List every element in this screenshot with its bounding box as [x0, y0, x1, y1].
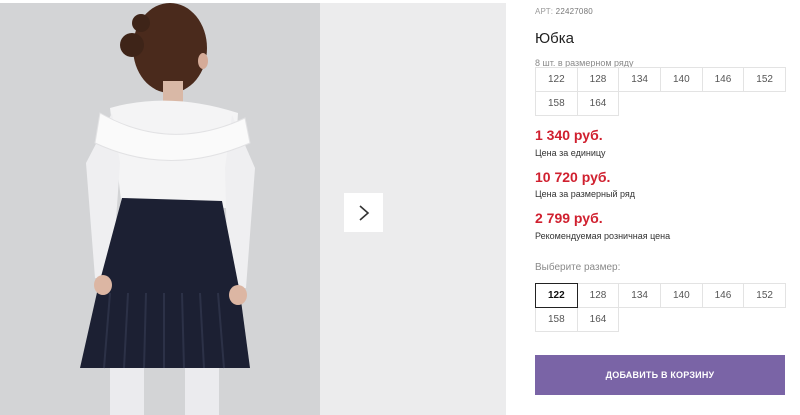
row-price-label: Цена за размерный ряд	[535, 189, 636, 199]
row-size-cell: 140	[659, 67, 703, 92]
unit-price-label: Цена за единицу	[535, 148, 606, 158]
row-size-cell: 134	[618, 67, 661, 92]
retail-price-label: Рекомендуемая розничная цена	[535, 231, 671, 241]
sku-value: 22427080	[555, 7, 593, 16]
sku-label: АРТ:	[535, 7, 554, 16]
row-size-cell: 146	[701, 67, 745, 92]
size-option[interactable]: 164	[576, 307, 620, 332]
size-option[interactable]: 128	[576, 283, 620, 308]
size-option[interactable]: 134	[618, 283, 661, 308]
size-option[interactable]: 152	[743, 283, 786, 308]
row-size-cell: 128	[576, 67, 620, 92]
girl-in-skirt-image	[0, 3, 320, 415]
size-option[interactable]: 146	[701, 283, 745, 308]
row-price: 10 720 руб.	[535, 169, 611, 185]
product-sku: АРТ: 22427080	[535, 7, 593, 16]
chevron-right-icon	[358, 204, 369, 221]
row-size-cell: 122	[535, 67, 578, 92]
row-size-grid: 122 128 134 140 146 152 158 164	[535, 67, 786, 116]
unit-price: 1 340 руб.	[535, 127, 603, 143]
row-size-cell: 164	[576, 91, 620, 116]
product-photo[interactable]	[0, 3, 320, 415]
row-size-cell: 152	[743, 67, 786, 92]
row-size-cell: 158	[535, 91, 578, 116]
retail-price: 2 799 руб.	[535, 210, 603, 226]
size-option[interactable]: 140	[659, 283, 703, 308]
product-title: Юбка	[535, 30, 574, 47]
add-to-cart-button[interactable]: ДОБАВИТЬ В КОРЗИНУ	[535, 355, 785, 395]
select-size-caption: Выберите размер:	[535, 262, 621, 273]
size-option[interactable]: 158	[535, 307, 578, 332]
product-gallery	[0, 0, 506, 415]
size-selector: 122 128 134 140 146 152 158 164	[535, 283, 786, 332]
next-image-button[interactable]	[344, 193, 383, 232]
size-option-selected[interactable]: 122	[535, 283, 578, 308]
